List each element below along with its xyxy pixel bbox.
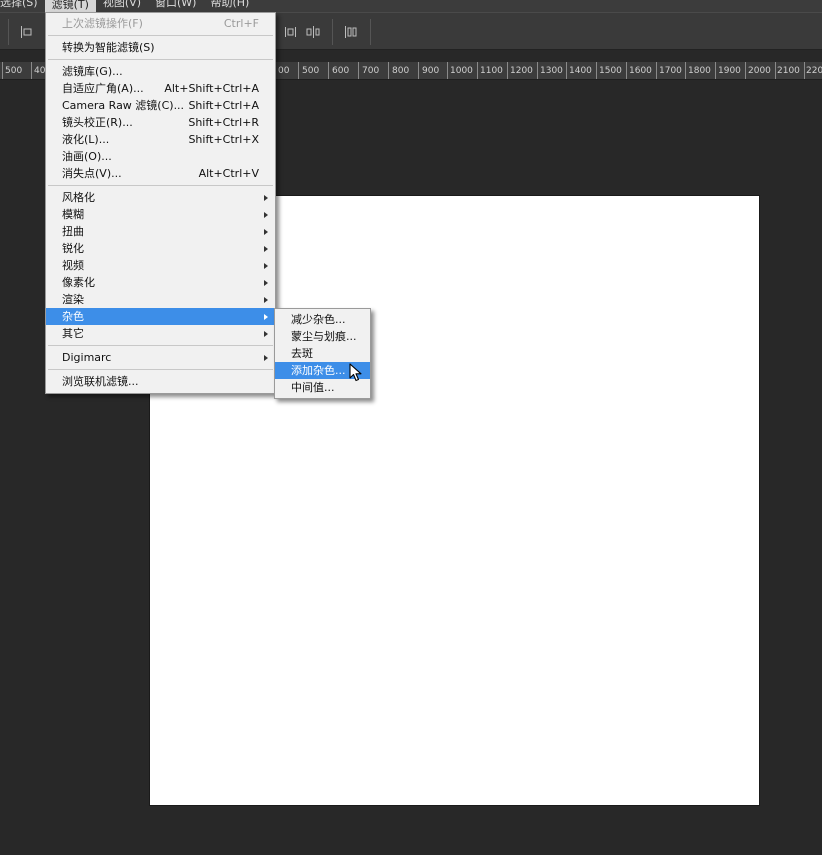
menu-item-stylize[interactable]: 风格化: [46, 189, 275, 206]
ruler-label: 800: [392, 66, 410, 76]
menu-filter[interactable]: 滤镜(T): [44, 0, 96, 12]
menu-separator: [48, 35, 273, 36]
menu-item-other[interactable]: 其它: [46, 325, 275, 342]
menu-help[interactable]: 帮助(H): [203, 0, 256, 9]
submenu-arrow-icon: [264, 314, 268, 320]
ruler-label: 2100: [777, 66, 800, 76]
menu-item-adaptive-wide-angle[interactable]: 自适应广角(A)... Alt+Shift+Ctrl+A: [46, 80, 275, 97]
menu-item-oil-paint[interactable]: 油画(O)...: [46, 148, 275, 165]
menu-item-distort[interactable]: 扭曲: [46, 223, 275, 240]
menu-item-noise[interactable]: 杂色: [46, 308, 275, 325]
ruler-label: 1800: [688, 66, 711, 76]
menu-separator: [48, 185, 273, 186]
menu-item-dust-scratches[interactable]: 蒙尘与划痕...: [275, 328, 370, 345]
menu-item-camera-raw[interactable]: Camera Raw 滤镜(C)... Shift+Ctrl+A: [46, 97, 275, 114]
ruler-label: 1900: [718, 66, 741, 76]
shortcut-label: Alt+Ctrl+V: [198, 167, 259, 180]
menu-bar: 选择(S) 滤镜(T) 视图(V) 窗口(W) 帮助(H): [0, 0, 822, 12]
shortcut-label: Shift+Ctrl+X: [188, 133, 259, 146]
menu-item-filter-gallery[interactable]: 滤镜库(G)...: [46, 63, 275, 80]
menu-separator: [48, 59, 273, 60]
menu-item-convert-smart-filter[interactable]: 转换为智能滤镜(S): [46, 39, 275, 56]
filter-menu: 上次滤镜操作(F) Ctrl+F 转换为智能滤镜(S) 滤镜库(G)... 自适应…: [45, 12, 276, 394]
distribute-spacing-icon[interactable]: [344, 25, 358, 39]
options-divider-2: [370, 19, 371, 45]
menu-separator: [48, 369, 273, 370]
submenu-arrow-icon: [264, 212, 268, 218]
ruler-label: 500: [302, 66, 320, 76]
submenu-arrow-icon: [264, 331, 268, 337]
menu-item-pixelate[interactable]: 像素化: [46, 274, 275, 291]
menu-item-blur[interactable]: 模糊: [46, 206, 275, 223]
menu-select[interactable]: 选择(S): [0, 0, 45, 9]
submenu-arrow-icon: [264, 297, 268, 303]
ruler-label: 00: [278, 66, 290, 76]
ruler-label: 600: [332, 66, 350, 76]
submenu-arrow-icon: [264, 280, 268, 286]
ruler-label: 1300: [540, 66, 563, 76]
shortcut-label: Ctrl+F: [223, 17, 259, 30]
ruler-label: 500: [5, 66, 23, 76]
submenu-arrow-icon: [264, 355, 268, 361]
menu-item-vanishing-point[interactable]: 消失点(V)... Alt+Ctrl+V: [46, 165, 275, 182]
menu-item-browse-online[interactable]: 浏览联机滤镜...: [46, 373, 275, 390]
menu-item-digimarc[interactable]: Digimarc: [46, 349, 275, 366]
menu-window[interactable]: 窗口(W): [148, 0, 203, 9]
menu-item-sharpen[interactable]: 锐化: [46, 240, 275, 257]
shortcut-label: Shift+Ctrl+R: [188, 116, 259, 129]
ruler-label: 1400: [569, 66, 592, 76]
menu-item-despeckle[interactable]: 去斑: [275, 345, 370, 362]
menu-item-render[interactable]: 渲染: [46, 291, 275, 308]
mouse-cursor-icon: [349, 363, 362, 382]
ruler-label: 900: [422, 66, 440, 76]
ruler-label: 1200: [510, 66, 533, 76]
ruler-label: 1500: [599, 66, 622, 76]
ruler-label: 1100: [480, 66, 503, 76]
ruler-label: 700: [362, 66, 380, 76]
menu-item-reduce-noise[interactable]: 减少杂色...: [275, 311, 370, 328]
shortcut-label: Shift+Ctrl+A: [188, 99, 259, 112]
menu-separator: [48, 345, 273, 346]
options-grip: [8, 19, 9, 45]
distribute-center-icon[interactable]: [306, 25, 320, 39]
ruler-label: 1000: [450, 66, 473, 76]
align-left-icon[interactable]: [20, 25, 34, 39]
options-divider: [332, 19, 333, 45]
menu-view[interactable]: 视图(V): [96, 0, 148, 9]
ruler-label: 2000: [748, 66, 771, 76]
ruler-label: 1600: [629, 66, 652, 76]
submenu-arrow-icon: [264, 229, 268, 235]
submenu-arrow-icon: [264, 263, 268, 269]
noise-submenu: 减少杂色... 蒙尘与划痕... 去斑 添加杂色... 中间值...: [274, 308, 371, 399]
menu-item-liquify[interactable]: 液化(L)... Shift+Ctrl+X: [46, 131, 275, 148]
menu-item-last-filter: 上次滤镜操作(F) Ctrl+F: [62, 17, 259, 30]
ruler-label: 2200: [806, 66, 822, 76]
shortcut-label: Alt+Shift+Ctrl+A: [164, 82, 259, 95]
menu-item-video[interactable]: 视频: [46, 257, 275, 274]
submenu-arrow-icon: [264, 246, 268, 252]
menu-item-lens-correction[interactable]: 镜头校正(R)... Shift+Ctrl+R: [46, 114, 275, 131]
ruler-label: 1700: [659, 66, 682, 76]
ruler-label: 40: [34, 66, 46, 76]
distribute-horizontal-icon[interactable]: [284, 25, 298, 39]
submenu-arrow-icon: [264, 195, 268, 201]
